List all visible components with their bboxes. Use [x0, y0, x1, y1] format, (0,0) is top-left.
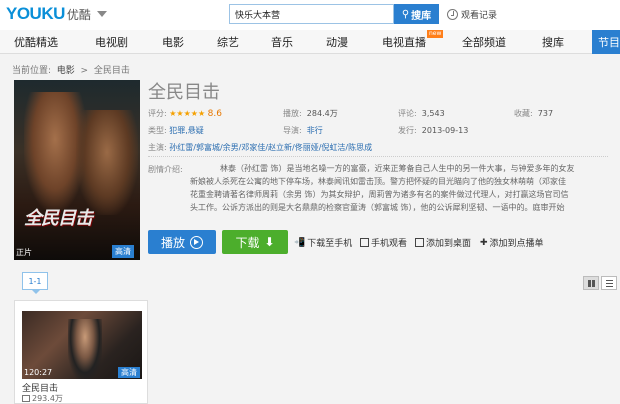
breadcrumb-prefix: 当前位置: — [12, 66, 52, 76]
release-label: 发行: — [398, 126, 417, 135]
director-value[interactable]: 非行 — [307, 126, 323, 135]
plays-row: 播放: 284.4万 — [283, 108, 338, 119]
nav-item-anime[interactable]: 动漫 — [326, 34, 348, 50]
list-icon — [605, 279, 613, 287]
movie-title: 全民目击 — [148, 82, 220, 103]
search-input[interactable]: 快乐大本营 — [229, 4, 394, 24]
video-card[interactable]: 120:27 高清 全民目击 293.4万 — [14, 300, 148, 404]
intro-line: 花重金聘请著名律师周莉（余男 饰）为其女辩护，周莉曾为诸多有名的案件做过代理人，… — [190, 190, 569, 199]
breadcrumb-section-link[interactable]: 电影 — [57, 66, 75, 76]
intro-line: 新娘被人杀死在公寓的地下停车场，林泰闻讯如雷击顶。警方把怀疑的目光瞄向了他的独女… — [190, 177, 566, 186]
phone-download-icon: 📲 — [294, 237, 306, 248]
director-row: 导演: 非行 — [283, 125, 323, 136]
video-thumbnail[interactable]: 120:27 高清 — [22, 311, 142, 379]
search-button[interactable]: ⚲ 搜库 — [394, 4, 439, 24]
chevron-down-icon[interactable] — [96, 11, 107, 17]
search-icon: ⚲ — [401, 8, 410, 20]
play-button-label: 播放 — [160, 235, 185, 250]
list-view-button[interactable] — [601, 276, 617, 290]
comments-row: 评论: 3,543 — [398, 108, 445, 119]
rating-stars: ★★★★★ — [169, 109, 206, 118]
nav-item-shows[interactable]: 节目 — [592, 30, 620, 54]
comments-value[interactable]: 3,543 — [422, 109, 445, 118]
add-to-playlist-label: 添加到点播单 — [489, 239, 544, 249]
nav-item-live-tv[interactable]: 电视直播 — [382, 34, 426, 50]
favorites-row: 收藏: 737 — [514, 108, 553, 119]
thumbnail-figure — [68, 319, 102, 379]
nav-item-soku[interactable]: 搜库 — [542, 34, 564, 50]
download-button[interactable]: 下载 ⬇ — [222, 230, 288, 254]
genre-label: 类型: — [148, 126, 167, 135]
intro-line: 林泰（孙红雷 饰）是当地名噪一方的富豪，近来正筹备自己人生中的另一件大事，与钟爱… — [220, 164, 575, 173]
poster-title-art: 全民目击 — [24, 208, 93, 229]
grid-view-button[interactable] — [583, 276, 599, 290]
movie-poster[interactable]: 全民目击 正片 高清 — [14, 80, 140, 260]
grid-icon — [587, 279, 595, 287]
play-count-icon — [22, 395, 30, 402]
comments-label: 评论: — [398, 109, 417, 118]
intro-label: 剧情介绍: — [148, 165, 183, 174]
nav-item-music[interactable]: 音乐 — [271, 34, 293, 50]
breadcrumb-current: 全民目击 — [93, 66, 130, 76]
logo-wordmark: YOUKU — [6, 4, 65, 23]
phone-watch-link[interactable]: 手机观看 — [360, 236, 407, 249]
play-button[interactable]: 播放 — [148, 230, 216, 254]
phone-icon — [360, 238, 369, 247]
add-to-playlist-link[interactable]: ✚ 添加到点播单 — [480, 236, 544, 250]
intro-line: 头工作。公诉方派出的则是大名鼎鼎的检察官童涛（郭富城 饰），他的公诉犀利坚韧、一… — [190, 203, 565, 212]
nav-item-all-channels[interactable]: 全部频道 — [462, 34, 506, 50]
watch-history-label: 观看记录 — [461, 10, 498, 21]
add-to-desktop-label: 添加到桌面 — [426, 239, 472, 249]
divider — [148, 156, 608, 157]
favorites-value: 737 — [537, 109, 554, 118]
nav-item-movie[interactable]: 电影 — [162, 34, 184, 50]
genre-row: 类型: 犯罪,悬疑 — [148, 125, 204, 136]
video-hd-badge: 高清 — [118, 367, 140, 378]
poster-feature-tag: 正片 — [16, 248, 32, 257]
rating-label: 评分: — [148, 109, 167, 118]
director-label: 导演: — [283, 126, 302, 135]
download-button-label: 下载 — [235, 235, 260, 250]
video-plays: 293.4万 — [22, 393, 63, 404]
episode-range-tab[interactable]: 1-1 — [22, 272, 48, 294]
cast-label: 主演: — [148, 143, 167, 152]
breadcrumb: 当前位置: 电影 > 全民目击 — [12, 63, 130, 76]
watch-history-link[interactable]: 观看记录 — [447, 6, 497, 22]
poster-hd-badge: 高清 — [112, 245, 134, 258]
clock-icon — [447, 8, 458, 20]
breadcrumb-separator: > — [80, 66, 89, 76]
youku-logo[interactable]: YOUKU 优酷 — [6, 4, 107, 24]
play-icon — [190, 235, 203, 249]
favorites-label: 收藏: — [514, 109, 533, 118]
main-nav: 优酷精选 电视剧 电影 综艺 音乐 动漫 电视直播 全部频道 搜库 节目 — [0, 30, 620, 54]
plays-value: 284.4万 — [306, 109, 338, 118]
release-row: 发行: 2013-09-13 — [398, 125, 468, 136]
top-bar: YOUKU 优酷 快乐大本营 ⚲ 搜库 观看记录 — [0, 0, 620, 30]
download-to-phone-label: 下载至手机 — [307, 239, 353, 249]
nav-item-featured[interactable]: 优酷精选 — [14, 34, 58, 50]
video-duration: 120:27 — [24, 368, 53, 377]
intro-text: 林泰（孙红雷 饰）是当地名噪一方的富豪，近来正筹备自己人生中的另一件大事，与钟爱… — [190, 162, 620, 214]
rating-row: 评分: ★★★★★ 8.6 — [148, 108, 222, 119]
genre-value[interactable]: 犯罪,悬疑 — [169, 126, 204, 135]
add-to-desktop-link[interactable]: 添加到桌面 — [415, 236, 471, 249]
poster-face-right — [76, 110, 138, 215]
new-badge: new — [427, 30, 444, 38]
plus-icon: ✚ — [480, 237, 488, 248]
plays-label: 播放: — [283, 109, 302, 118]
release-value: 2013-09-13 — [421, 126, 469, 135]
cast-value[interactable]: 孙红雷/郭富城/余男/邓家佳/赵立新/佟丽娅/倪虹洁/陈思成 — [169, 143, 372, 152]
desktop-icon — [415, 238, 424, 247]
nav-item-tv[interactable]: 电视剧 — [95, 34, 128, 50]
view-toggle — [583, 276, 617, 290]
phone-watch-label: 手机观看 — [371, 239, 408, 249]
search-button-label: 搜库 — [411, 10, 432, 22]
download-to-phone-link[interactable]: 📲 下载至手机 — [294, 236, 353, 250]
logo-chinese: 优酷 — [66, 7, 91, 22]
rating-score: 8.6 — [207, 109, 222, 119]
cast-row: 主演: 孙红雷/郭富城/余男/邓家佳/赵立新/佟丽娅/倪虹洁/陈思成 — [148, 142, 372, 153]
nav-item-variety[interactable]: 综艺 — [217, 34, 239, 50]
video-plays-value: 293.4万 — [32, 394, 63, 403]
download-arrow-icon: ⬇ — [264, 235, 275, 249]
